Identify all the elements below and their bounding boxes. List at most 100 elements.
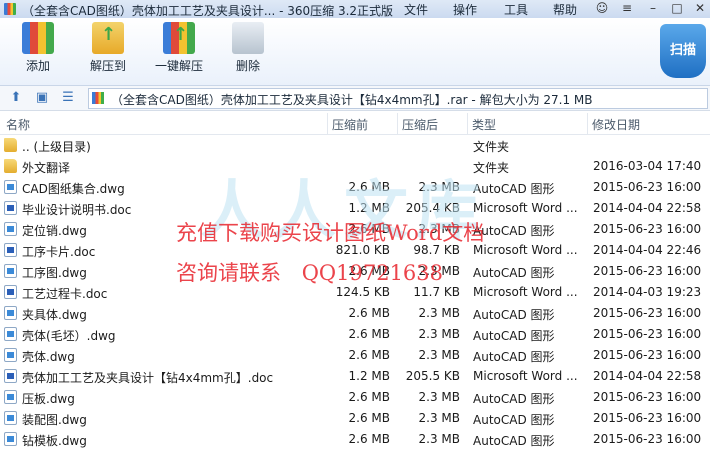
one-click-extract-label: 一键解压 <box>154 59 203 73</box>
extract-to-button[interactable]: 解压到 <box>84 22 132 74</box>
file-size-after: 2.3 MB <box>418 306 460 320</box>
toolbar: 添加 解压到 一键解压 删除 <box>0 18 710 86</box>
file-type: 文件夹 <box>473 140 510 154</box>
file-size-before: 2.6 MB <box>348 306 390 320</box>
file-row[interactable]: 压板.dwg 2.6 MB 2.3 MB AutoCAD 图形 2015-06-23 1… <box>0 387 710 408</box>
watermark-contact: 咨询请联系 <box>176 261 281 285</box>
minimize-icon[interactable]: – <box>646 1 660 15</box>
file-row[interactable]: 壳体加工工艺及夹具设计【钻4x4mm孔】.doc 1.2 MB 205.5 KB Mi… <box>0 366 710 387</box>
watermark-line1: 充值下载购买设计图纸Word文档 <box>176 221 485 245</box>
menu-icon[interactable]: ≡ <box>620 1 634 15</box>
file-size-after: 2.3 MB <box>418 327 460 341</box>
file-name: 夹具体.dwg <box>22 308 87 322</box>
file-size-after: 2.3 MB <box>418 411 460 425</box>
address-bar: ⬆ ▣ ☰ （全套含CAD图纸）壳体加工工艺及夹具设计【钻4x4mm孔】.rar… <box>0 86 710 111</box>
file-date: 2015-06-23 16:00 <box>593 306 702 320</box>
extract-to-label: 解压到 <box>89 59 126 73</box>
file-type: Microsoft Word ... <box>473 285 578 299</box>
watermark-qq: QQ1972163 <box>301 261 430 285</box>
column-divider[interactable] <box>587 113 588 134</box>
column-divider[interactable] <box>327 113 328 134</box>
file-size-after: 2.3 MB <box>418 390 460 404</box>
file-name: 壳体.dwg <box>22 350 75 364</box>
folder-icon <box>4 138 17 152</box>
file-name: 钻模板.dwg <box>22 434 87 448</box>
menu-file[interactable]: 文件 <box>404 1 428 18</box>
file-date: 2014-04-04 22:46 <box>593 243 702 257</box>
delete-label: 删除 <box>235 59 260 73</box>
file-date: 2014-04-04 22:58 <box>593 369 702 383</box>
file-name: 定位销.dwg <box>22 224 87 238</box>
column-compressed-after[interactable]: 压缩后 <box>402 116 438 133</box>
doc-file-icon <box>4 369 17 383</box>
file-row[interactable]: .. (上级目录) 文件夹 <box>0 135 710 156</box>
address-field[interactable]: （全套含CAD图纸）壳体加工工艺及夹具设计【钻4x4mm孔】.rar - 解包大… <box>88 88 708 109</box>
file-date: 2015-06-23 16:00 <box>593 411 702 425</box>
doc-file-icon <box>4 201 17 215</box>
file-size-after: 205.5 KB <box>405 369 460 383</box>
menu-help[interactable]: 帮助 <box>553 1 577 18</box>
doc-file-icon <box>4 285 17 299</box>
file-name: 外文翻译 <box>22 161 71 175</box>
watermark-line2: 咨询请联系 QQ19721638 <box>176 257 443 287</box>
maximize-icon[interactable]: □ <box>670 1 684 15</box>
column-compressed-before[interactable]: 压缩前 <box>332 116 368 133</box>
file-date: 2015-06-23 16:00 <box>593 327 702 341</box>
file-type: AutoCAD 图形 <box>473 350 555 364</box>
file-name: 工艺过程卡.doc <box>22 287 108 301</box>
file-row[interactable]: 壳体(毛坯）.dwg 2.6 MB 2.3 MB AutoCAD 图形 2015-06-… <box>0 324 710 345</box>
file-size-after: 2.3 MB <box>418 432 460 446</box>
add-label: 添加 <box>25 59 50 73</box>
skin-icon[interactable]: ☺ <box>595 1 609 15</box>
file-row[interactable]: 装配图.dwg 2.6 MB 2.3 MB AutoCAD 图形 2015-06-23 … <box>0 408 710 429</box>
file-row[interactable]: 壳体.dwg 2.6 MB 2.3 MB AutoCAD 图形 2015-06-23 1… <box>0 345 710 366</box>
file-row[interactable]: 钻模板.dwg 2.6 MB 2.3 MB AutoCAD 图形 2015-06-23 … <box>0 429 710 450</box>
file-size-before: 2.6 MB <box>348 348 390 362</box>
column-divider[interactable] <box>467 113 468 134</box>
file-type: AutoCAD 图形 <box>473 329 555 343</box>
dwg-file-icon <box>4 264 17 278</box>
file-size-after: 2.3 MB <box>418 348 460 362</box>
column-type[interactable]: 类型 <box>472 116 496 133</box>
file-row[interactable]: 夹具体.dwg 2.6 MB 2.3 MB AutoCAD 图形 2015-06-23 … <box>0 303 710 324</box>
up-arrow-icon[interactable]: ⬆ <box>8 90 24 106</box>
menu-operate[interactable]: 操作 <box>453 1 477 18</box>
file-name: 工序图.dwg <box>22 266 87 280</box>
title-bar: （全套含CAD图纸）壳体加工工艺及夹具设计... - 360压缩 3.2正式版 … <box>0 0 710 18</box>
close-icon[interactable]: ✕ <box>693 1 707 15</box>
file-name: .. (上级目录) <box>22 140 91 154</box>
file-date: 2015-06-23 16:00 <box>593 264 702 278</box>
file-name: 压板.dwg <box>22 392 75 406</box>
column-name[interactable]: 名称 <box>6 116 30 133</box>
file-type: AutoCAD 图形 <box>473 413 555 427</box>
dwg-file-icon <box>4 432 17 446</box>
address-text: （全套含CAD图纸）壳体加工工艺及夹具设计【钻4x4mm孔】.rar - 解包大… <box>111 93 593 107</box>
file-size-before: 1.2 MB <box>348 369 390 383</box>
file-name: 毕业设计说明书.doc <box>22 203 132 217</box>
file-date: 2015-06-23 16:00 <box>593 222 702 236</box>
one-click-extract-button[interactable]: 一键解压 <box>151 22 207 74</box>
file-size-before: 124.5 KB <box>335 285 390 299</box>
app-icon <box>4 3 16 15</box>
file-date: 2015-06-23 16:00 <box>593 348 702 362</box>
folder-extract-icon <box>92 22 124 54</box>
file-date: 2015-06-23 16:00 <box>593 180 702 194</box>
scan-button[interactable]: 扫描 <box>660 24 706 78</box>
rar-file-icon <box>92 92 104 104</box>
file-name: 工序卡片.doc <box>22 245 96 259</box>
trash-icon <box>232 22 264 54</box>
file-type: Microsoft Word ... <box>473 369 578 383</box>
file-date: 2014-04-03 19:23 <box>593 285 702 299</box>
add-button[interactable]: 添加 <box>18 22 58 74</box>
dwg-file-icon <box>4 327 17 341</box>
file-name: 装配图.dwg <box>22 413 87 427</box>
view-thumbnail-icon[interactable]: ▣ <box>34 90 50 106</box>
delete-button[interactable]: 删除 <box>228 22 268 74</box>
watermark-qq-suffix: 8 <box>429 261 444 285</box>
column-modified[interactable]: 修改日期 <box>592 116 640 133</box>
file-size-before: 2.6 MB <box>348 327 390 341</box>
file-date: 2015-06-23 16:00 <box>593 390 702 404</box>
menu-tools[interactable]: 工具 <box>504 1 528 18</box>
column-divider[interactable] <box>397 113 398 134</box>
view-list-icon[interactable]: ☰ <box>60 90 76 106</box>
